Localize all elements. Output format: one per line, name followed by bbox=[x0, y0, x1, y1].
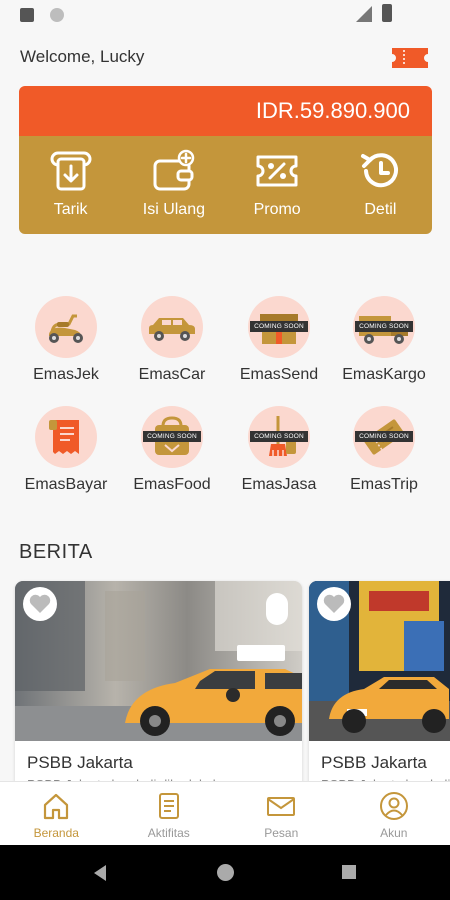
mail-icon bbox=[267, 797, 296, 816]
bottom-navigation: Beranda Aktifitas Pesan Akun bbox=[0, 781, 450, 845]
coming-soon-badge: COMING SOON bbox=[355, 321, 413, 332]
favorite-button[interactable] bbox=[317, 587, 351, 621]
voucher-ticket-icon[interactable] bbox=[392, 48, 428, 68]
nav-label: Beranda bbox=[33, 826, 79, 840]
topup-label: Isi Ulang bbox=[142, 201, 205, 218]
service-label: EmasBayar bbox=[24, 476, 108, 493]
service-label: EmasCar bbox=[138, 366, 206, 383]
battery-icon bbox=[382, 4, 392, 22]
document-icon bbox=[158, 793, 179, 819]
wallet-balance: IDR.59.890.900 bbox=[19, 86, 432, 136]
taxi-photo bbox=[15, 581, 302, 741]
sim-icon bbox=[20, 8, 34, 22]
nav-activity[interactable]: Aktifitas bbox=[113, 782, 226, 845]
welcome-text: Welcome, Lucky bbox=[20, 47, 145, 66]
news-card[interactable]: PSBB Jakarta PSBB Jakarta kembali diberl… bbox=[15, 581, 302, 791]
home-icon bbox=[44, 793, 69, 820]
system-navigation-bar bbox=[0, 845, 450, 900]
page-indicator bbox=[266, 593, 288, 625]
nav-label: Aktifitas bbox=[147, 826, 190, 840]
news-card[interactable]: PSBB Jakarta PSBB Jakarta kembali bbox=[309, 581, 450, 791]
home-button-icon[interactable] bbox=[217, 864, 234, 881]
service-emascar[interactable]: EmasCar bbox=[119, 296, 225, 384]
history-icon bbox=[361, 153, 399, 188]
service-label: EmasTrip bbox=[350, 476, 418, 493]
wallet-actions: Tarik Isi Ulang Promo Detil bbox=[19, 136, 432, 234]
nav-label: Pesan bbox=[264, 826, 299, 840]
service-label: EmasJek bbox=[33, 366, 99, 383]
news-image bbox=[15, 581, 302, 741]
service-emasjek[interactable]: EmasJek bbox=[13, 296, 119, 384]
service-emasjasa[interactable]: COMING SOON EmasJasa bbox=[226, 406, 332, 494]
promo-ticket-icon bbox=[256, 155, 298, 187]
detail-button[interactable]: Detil bbox=[329, 136, 432, 234]
coming-soon-badge: COMING SOON bbox=[250, 321, 308, 332]
service-emasbayar[interactable]: EmasBayar bbox=[13, 406, 119, 494]
heart-icon bbox=[323, 594, 345, 613]
heart-icon bbox=[29, 594, 51, 613]
service-emastrip[interactable]: COMING SOON EmasTrip bbox=[331, 406, 437, 494]
service-emassend[interactable]: COMING SOON EmasSend bbox=[226, 296, 332, 384]
promo-label: Promo bbox=[253, 201, 301, 218]
coming-soon-badge: COMING SOON bbox=[250, 431, 308, 442]
news-title: PSBB Jakarta bbox=[321, 753, 427, 772]
user-icon bbox=[379, 792, 408, 820]
status-bar bbox=[0, 0, 450, 30]
scooter-icon bbox=[49, 314, 83, 343]
service-emaskargo[interactable]: COMING SOON EmasKargo bbox=[331, 296, 437, 384]
coming-soon-badge: COMING SOON bbox=[355, 431, 413, 442]
promo-button[interactable]: Promo bbox=[226, 136, 329, 234]
withdraw-button[interactable]: Tarik bbox=[19, 136, 122, 234]
nav-account[interactable]: Akun bbox=[338, 782, 450, 845]
car-icon bbox=[149, 318, 195, 341]
coming-soon-badge: COMING SOON bbox=[143, 431, 201, 442]
withdraw-icon bbox=[50, 151, 92, 191]
withdraw-label: Tarik bbox=[53, 201, 88, 218]
receipt-icon bbox=[49, 420, 79, 454]
favorite-button[interactable] bbox=[23, 587, 57, 621]
recents-icon[interactable] bbox=[342, 865, 356, 879]
news-title: PSBB Jakarta bbox=[27, 753, 133, 772]
service-label: EmasKargo bbox=[342, 366, 426, 383]
detail-label: Detil bbox=[364, 201, 397, 218]
service-label: EmasSend bbox=[239, 366, 319, 383]
service-emasfood[interactable]: COMING SOON EmasFood bbox=[119, 406, 225, 494]
wallet-card: IDR.59.890.900 Tarik Isi Ulang Promo Det… bbox=[19, 86, 432, 234]
signal-icon bbox=[356, 6, 372, 22]
nav-messages[interactable]: Pesan bbox=[225, 782, 338, 845]
topup-button[interactable]: Isi Ulang bbox=[122, 136, 225, 234]
news-heading: BERITA bbox=[19, 541, 93, 563]
wallet-topup-icon bbox=[153, 149, 195, 191]
notification-dot-icon bbox=[50, 8, 64, 22]
back-icon[interactable] bbox=[94, 865, 106, 881]
nav-label: Akun bbox=[380, 826, 408, 840]
service-label: EmasJasa bbox=[241, 476, 317, 493]
service-label: EmasFood bbox=[133, 476, 211, 493]
nav-home[interactable]: Beranda bbox=[0, 782, 113, 845]
